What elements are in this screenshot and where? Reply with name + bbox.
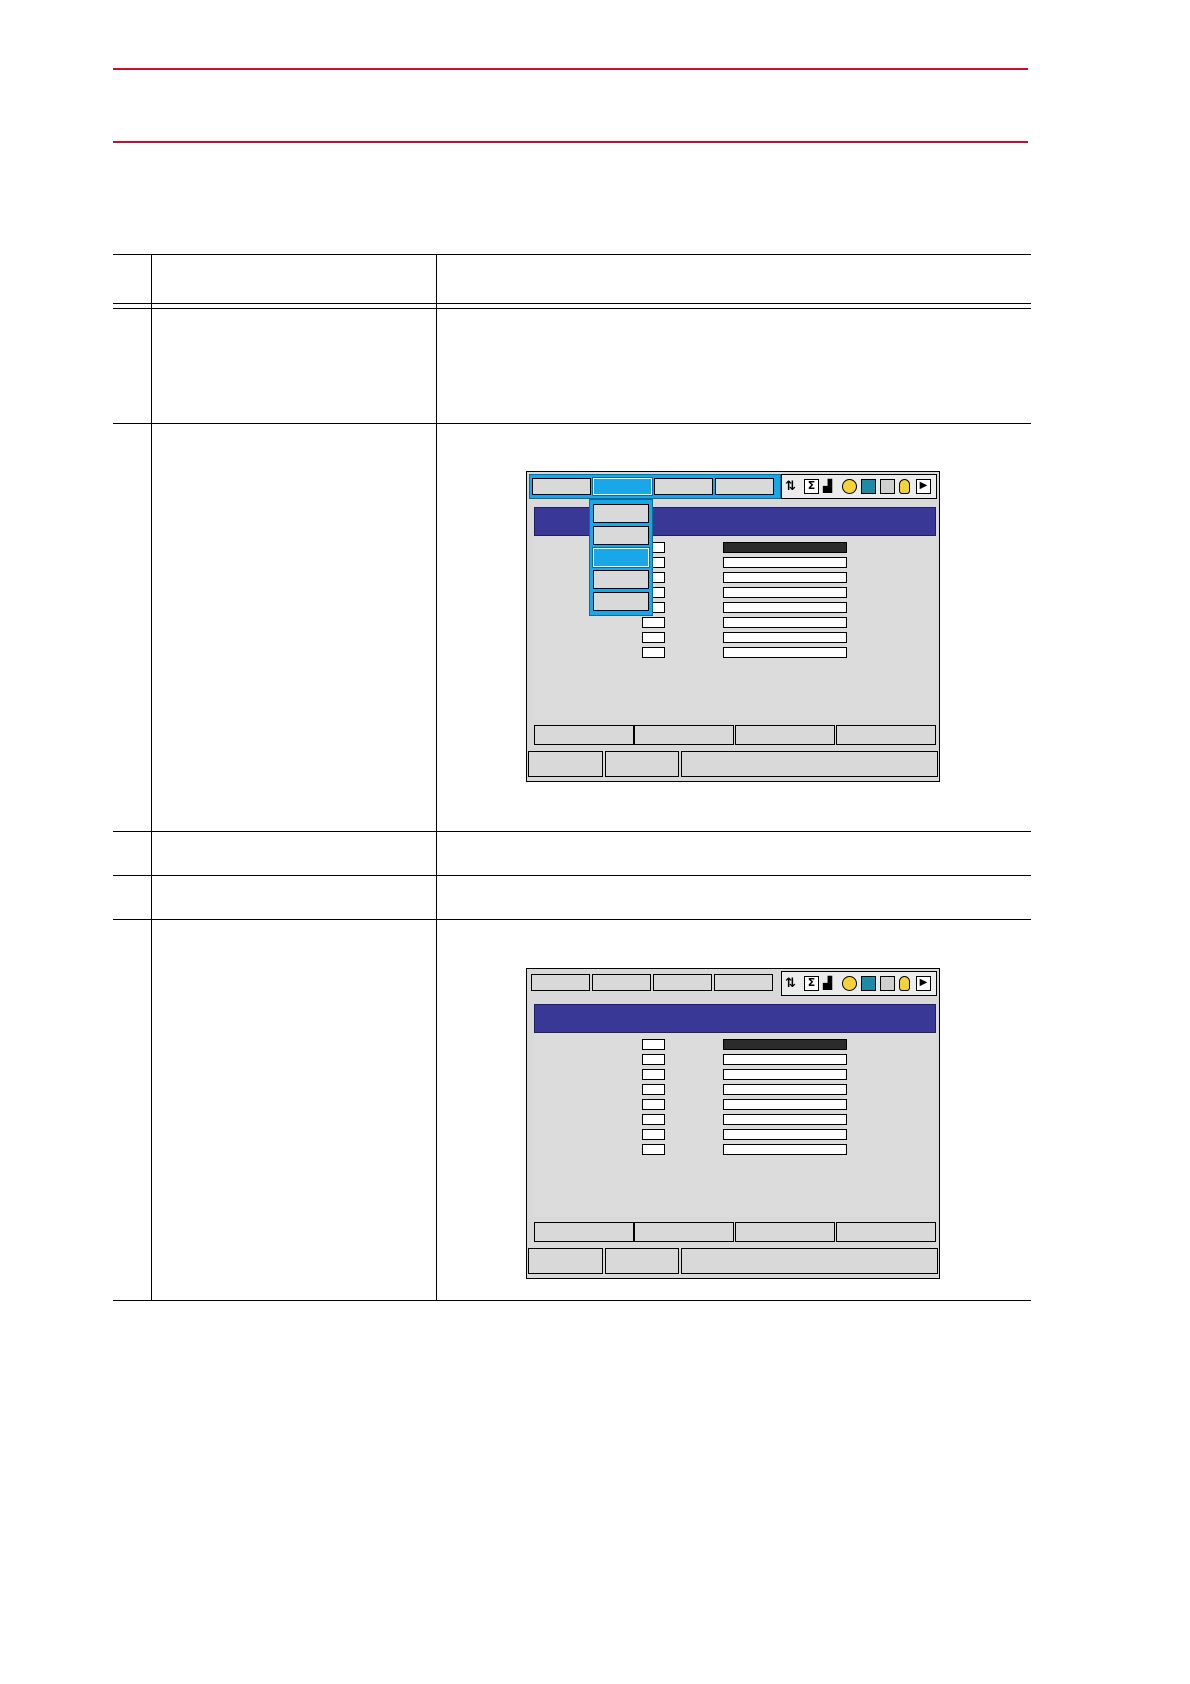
status-row — [528, 1248, 938, 1275]
pulldown-item-selected[interactable] — [592, 547, 650, 568]
hand-icon — [899, 479, 910, 494]
status-row — [528, 751, 938, 778]
menu-tab[interactable] — [592, 974, 651, 991]
value-field-highlighted[interactable] — [723, 542, 847, 553]
header-top-rule — [113, 68, 1028, 70]
table-row-divider — [113, 423, 1031, 424]
index-box — [642, 647, 665, 658]
value-field-highlighted[interactable] — [723, 1039, 847, 1050]
hand-icon — [899, 976, 910, 991]
menu-tab[interactable] — [714, 974, 773, 991]
signal-icon: ▟ — [823, 479, 833, 493]
function-key[interactable] — [735, 1222, 835, 1242]
function-key-row — [534, 1222, 936, 1243]
function-key-row — [534, 725, 936, 746]
index-box — [642, 1144, 665, 1155]
simple-menu-button[interactable] — [605, 751, 679, 777]
page-icon — [880, 479, 895, 494]
sigma-icon: Σ — [804, 976, 819, 991]
menu-tab[interactable] — [531, 974, 590, 991]
value-field[interactable] — [723, 1114, 847, 1125]
multitask-icon: ⇅ — [785, 976, 796, 991]
pulldown-item[interactable] — [593, 526, 649, 545]
index-box — [642, 617, 665, 628]
index-box — [642, 1114, 665, 1125]
value-field[interactable] — [723, 587, 847, 598]
value-field[interactable] — [723, 1099, 847, 1110]
pendant-screen: ⇅ Σ ▟ ▶ — [526, 968, 940, 1279]
content-area — [534, 1033, 936, 1217]
pulldown-item[interactable] — [593, 570, 649, 589]
table-header-rule — [113, 303, 1031, 304]
main-menu-button[interactable] — [528, 751, 603, 777]
gear-icon — [842, 479, 857, 494]
multitask-icon: ⇅ — [785, 479, 796, 494]
value-field[interactable] — [723, 557, 847, 568]
message-area — [681, 751, 938, 777]
signal-icon: ▟ — [823, 976, 833, 990]
pendant-screen-menu-open: ⇅ Σ ▟ ▶ — [526, 471, 940, 782]
value-field[interactable] — [723, 647, 847, 658]
table-column-divider — [436, 254, 437, 1301]
index-box — [642, 1039, 665, 1050]
index-box — [642, 1129, 665, 1140]
index-box — [642, 1054, 665, 1065]
pulldown-item[interactable] — [593, 504, 649, 523]
message-area — [681, 1248, 938, 1274]
value-field[interactable] — [723, 1054, 847, 1065]
main-menu-bar — [529, 971, 781, 996]
pulldown-item[interactable] — [593, 592, 649, 611]
header-bottom-rule — [113, 141, 1028, 143]
play-icon: ▶ — [916, 479, 931, 494]
function-key[interactable] — [735, 725, 835, 745]
main-menu-button[interactable] — [528, 1248, 603, 1274]
value-field[interactable] — [723, 1084, 847, 1095]
main-menu-bar — [529, 474, 781, 499]
table-bottom-rule — [113, 1300, 1031, 1301]
value-field[interactable] — [723, 602, 847, 613]
table-row-divider — [113, 831, 1031, 832]
value-field[interactable] — [723, 1129, 847, 1140]
window-title-bar — [534, 1004, 936, 1033]
status-icon-bar: ⇅ Σ ▟ ▶ — [781, 474, 937, 499]
page-icon — [880, 976, 895, 991]
index-box — [642, 1069, 665, 1080]
menu-tab-selected[interactable] — [592, 477, 653, 496]
table-column-divider — [151, 254, 152, 1301]
table-row-divider — [113, 875, 1031, 876]
table-row-divider — [113, 919, 1031, 920]
value-field[interactable] — [723, 617, 847, 628]
menu-tab[interactable] — [654, 478, 713, 495]
function-key[interactable] — [534, 1222, 634, 1242]
status-icon-bar: ⇅ Σ ▟ ▶ — [781, 971, 937, 996]
table-top-rule — [113, 254, 1031, 255]
menu-tab[interactable] — [715, 478, 774, 495]
function-key[interactable] — [634, 1222, 734, 1242]
function-key[interactable] — [836, 1222, 936, 1242]
menu-tab[interactable] — [532, 478, 591, 495]
function-key[interactable] — [634, 725, 734, 745]
gear-icon — [842, 976, 857, 991]
menu-tab[interactable] — [653, 974, 712, 991]
value-field[interactable] — [723, 1144, 847, 1155]
value-field[interactable] — [723, 1069, 847, 1080]
storage-icon — [861, 976, 876, 991]
value-field[interactable] — [723, 572, 847, 583]
simple-menu-button[interactable] — [605, 1248, 679, 1274]
index-box — [642, 1084, 665, 1095]
value-field[interactable] — [723, 632, 847, 643]
table-header-rule-double — [113, 308, 1031, 309]
index-box — [642, 1099, 665, 1110]
function-key[interactable] — [534, 725, 634, 745]
pulldown-menu — [589, 499, 653, 616]
index-box — [642, 632, 665, 643]
storage-icon — [861, 479, 876, 494]
function-key[interactable] — [836, 725, 936, 745]
play-icon: ▶ — [916, 976, 931, 991]
sigma-icon: Σ — [804, 479, 819, 494]
